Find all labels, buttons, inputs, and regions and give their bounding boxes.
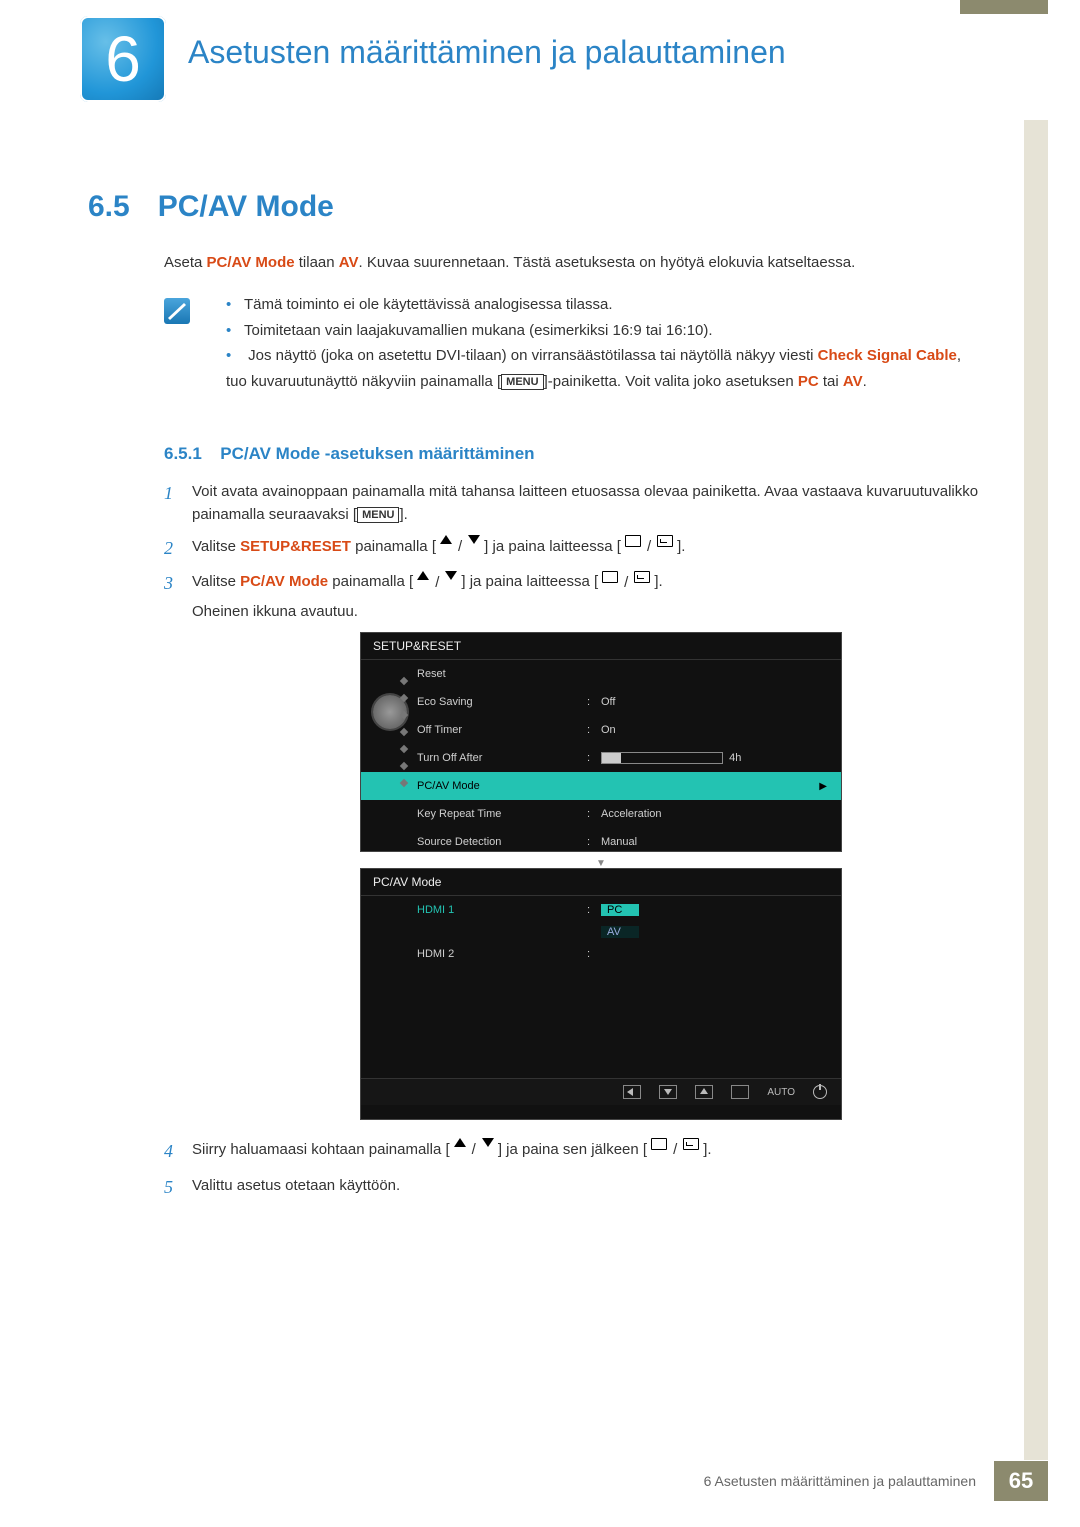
page-footer: 6 Asetusten määrittäminen ja palauttamin… [0, 1461, 1048, 1501]
subsection-title: PC/AV Mode -asetuksen määrittäminen [220, 444, 534, 463]
menu-button-label: MENU [501, 374, 543, 390]
note-item: Jos näyttö (joka on asetettu DVI-tilaan)… [226, 343, 980, 394]
osd-row-offtimer[interactable]: Off Timer:On [361, 716, 841, 744]
step: 3 Valitse PC/AV Mode painamalla [/] ja p… [164, 570, 980, 623]
step-number: 2 [164, 535, 192, 563]
select-enter-icon: / [647, 1138, 703, 1161]
term-check-signal: Check Signal Cable [818, 347, 957, 364]
step-number: 1 [164, 480, 192, 527]
section-number: 6.5 [88, 190, 130, 224]
step-number: 5 [164, 1174, 192, 1202]
step: 2 Valitse SETUP&RESET painamalla [/] ja … [164, 535, 980, 563]
osd-title: PC/AV Mode [361, 869, 841, 896]
note-item: Tämä toiminto ei ole käytettävissä analo… [226, 292, 980, 318]
term-av: AV [843, 373, 863, 390]
decor-top-bar [960, 0, 1048, 14]
subsection-number: 6.5.1 [164, 444, 202, 463]
chapter-number: 6 [105, 22, 141, 96]
nav-up-icon[interactable] [695, 1085, 713, 1099]
note-list: Tämä toiminto ei ole käytettävissä analo… [226, 292, 980, 394]
osd-row-keyrepeat[interactable]: Key Repeat Time:Acceleration [361, 800, 841, 828]
up-down-icon: / [450, 1138, 498, 1161]
osd-row-eco[interactable]: Eco Saving:Off [361, 688, 841, 716]
step-number: 3 [164, 570, 192, 623]
step: 5 Valittu asetus otetaan käyttöön. [164, 1174, 980, 1202]
chapter-number-badge: 6 [80, 16, 166, 102]
osd-row-pcav[interactable]: PC/AV Mode▶ [361, 772, 841, 800]
option-pc[interactable]: PC [601, 904, 639, 916]
chapter-title: Asetusten määrittäminen ja palauttaminen [188, 34, 786, 71]
menu-button-label: MENU [357, 507, 399, 523]
osd-pcav-mode: PC/AV Mode HDMI 1: PC AV HDMI 2: AUTO [360, 868, 842, 1120]
slider-bar [601, 752, 723, 764]
select-enter-icon: / [621, 535, 677, 558]
up-down-icon: / [436, 535, 484, 558]
up-down-icon: / [413, 571, 461, 594]
term-pcav: PC/AV Mode [207, 254, 295, 271]
nav-down-icon[interactable] [659, 1085, 677, 1099]
term-setup-reset: SETUP&RESET [240, 538, 351, 555]
power-icon[interactable] [813, 1085, 827, 1099]
osd-title: SETUP&RESET [361, 633, 841, 660]
footer-text: 6 Asetusten määrittäminen ja palauttamin… [686, 1461, 994, 1501]
nav-auto[interactable]: AUTO [767, 1087, 795, 1098]
term-pcav: PC/AV Mode [240, 573, 328, 590]
step-number: 4 [164, 1138, 192, 1166]
step: 4 Siirry haluamaasi kohtaan painamalla [… [164, 1138, 980, 1166]
osd-row-hdmi2[interactable]: HDMI 2: [361, 940, 841, 968]
select-enter-icon: / [598, 571, 654, 594]
osd-row-reset[interactable]: Reset [361, 660, 841, 688]
section-title: PC/AV Mode [158, 190, 334, 224]
osd-row-turnoff[interactable]: Turn Off After: 4h [361, 744, 841, 772]
decor-right-bar [1024, 120, 1048, 1460]
osd-row-hdmi1-av[interactable]: AV [361, 924, 841, 940]
intro-paragraph: Aseta PC/AV Mode tilaan AV. Kuvaa suuren… [164, 252, 980, 274]
osd-row-sourcedet[interactable]: Source Detection:Manual [361, 828, 841, 856]
nav-left-icon[interactable] [623, 1085, 641, 1099]
note-icon [164, 298, 190, 324]
note-item: Toimitetaan vain laajakuvamallien mukana… [226, 318, 980, 344]
step-subtext: Oheinen ikkuna avautuu. [192, 600, 980, 623]
osd-markers [401, 667, 411, 823]
footer-page-number: 65 [994, 1461, 1048, 1501]
option-av[interactable]: AV [601, 926, 639, 938]
chevron-right-icon: ▶ [819, 781, 827, 792]
term-av: AV [339, 254, 359, 271]
nav-enter-icon[interactable] [731, 1085, 749, 1099]
osd-setup-reset: SETUP&RESET Reset Eco Saving:Off Off Tim… [360, 632, 842, 852]
term-pc: PC [798, 373, 819, 390]
osd-nav: AUTO [361, 1078, 841, 1105]
step: 1 Voit avata avainoppaan painamalla mitä… [164, 480, 980, 527]
osd-row-hdmi1[interactable]: HDMI 1: PC [361, 896, 841, 924]
